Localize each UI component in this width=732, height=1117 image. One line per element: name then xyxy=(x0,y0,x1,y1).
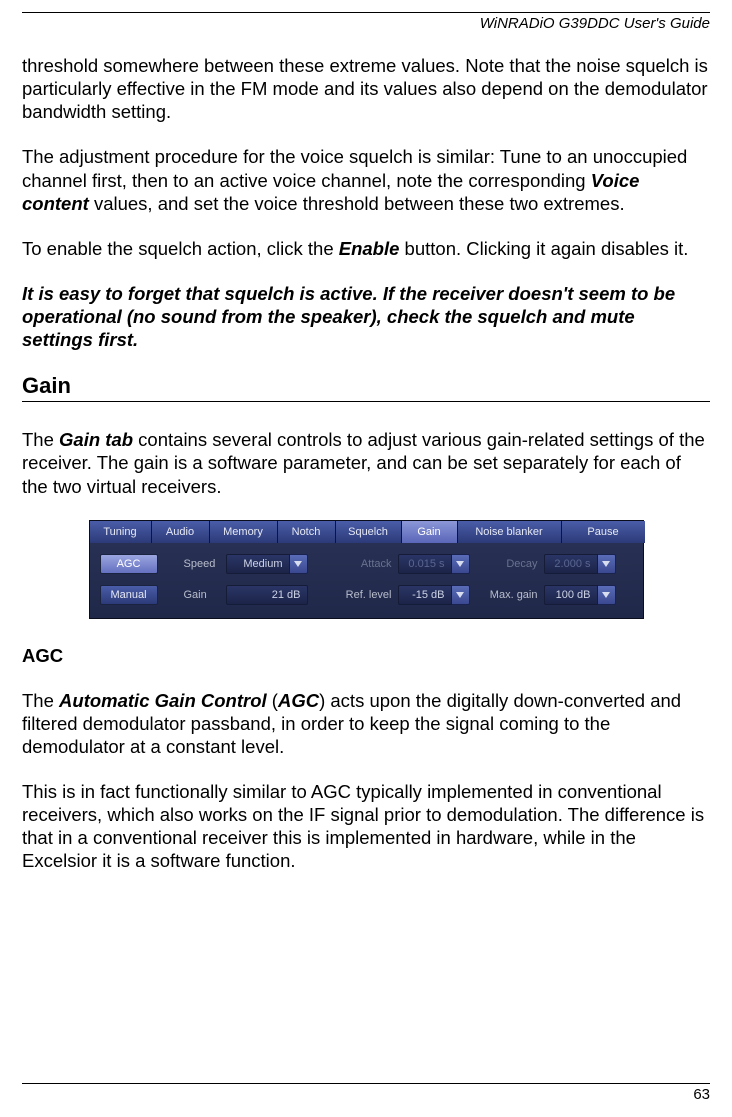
text: The xyxy=(22,429,59,450)
text: button. Clicking it again disables it. xyxy=(399,238,688,259)
para-agc-desc: The Automatic Gain Control (AGC) acts up… xyxy=(22,689,710,758)
agc-button[interactable]: AGC xyxy=(100,554,158,574)
tab-squelch[interactable]: Squelch xyxy=(336,521,402,543)
footer-rule xyxy=(22,1083,710,1084)
label-maxgain: Max. gain xyxy=(482,589,538,601)
value-gain[interactable]: 21 dB xyxy=(226,585,308,605)
value-attack[interactable]: 0.015 s xyxy=(398,554,452,574)
gain-panel: Tuning Audio Memory Notch Squelch Gain N… xyxy=(89,520,644,619)
value-reflevel[interactable]: -15 dB xyxy=(398,585,452,605)
decay-dropdown[interactable] xyxy=(598,554,616,574)
text: To enable the squelch action, click the xyxy=(22,238,339,259)
value-maxgain[interactable]: 100 dB xyxy=(544,585,598,605)
footer: 63 xyxy=(22,1083,710,1103)
para-enable: To enable the squelch action, click the … xyxy=(22,237,710,260)
label-gain: Gain xyxy=(184,589,226,601)
chevron-down-icon xyxy=(456,592,464,598)
header-rule xyxy=(22,12,710,13)
tab-gain[interactable]: Gain xyxy=(402,521,458,543)
header-title: WiNRADiO G39DDC User's Guide xyxy=(22,15,710,32)
label-reflevel: Ref. level xyxy=(336,589,392,601)
para-gain-intro: The Gain tab contains several controls t… xyxy=(22,428,710,497)
para-voice-squelch: The adjustment procedure for the voice s… xyxy=(22,145,710,214)
tab-tuning[interactable]: Tuning xyxy=(90,521,152,543)
manual-button[interactable]: Manual xyxy=(100,585,158,605)
em-gain-tab: Gain tab xyxy=(59,429,133,450)
para-agc-compare: This is in fact functionally similar to … xyxy=(22,780,710,873)
value-decay[interactable]: 2.000 s xyxy=(544,554,598,574)
value-speed[interactable]: Medium xyxy=(226,554,290,574)
text: ( xyxy=(267,690,278,711)
text: The xyxy=(22,690,59,711)
para-threshold: threshold somewhere between these extrem… xyxy=(22,54,710,123)
heading-gain: Gain xyxy=(22,373,710,402)
tab-audio[interactable]: Audio xyxy=(152,521,210,543)
maxgain-dropdown[interactable] xyxy=(598,585,616,605)
attack-dropdown[interactable] xyxy=(452,554,470,574)
text: values, and set the voice threshold betw… xyxy=(89,193,625,214)
chevron-down-icon xyxy=(602,561,610,567)
page-number: 63 xyxy=(22,1086,710,1103)
tab-noise-blanker[interactable]: Noise blanker xyxy=(458,521,562,543)
row-2: Manual Gain 21 dB Ref. level -15 dB Max.… xyxy=(100,583,633,607)
text: The adjustment procedure for the voice s… xyxy=(22,146,687,190)
reflevel-dropdown[interactable] xyxy=(452,585,470,605)
tab-row: Tuning Audio Memory Notch Squelch Gain N… xyxy=(90,521,643,543)
chevron-down-icon xyxy=(456,561,464,567)
chevron-down-icon xyxy=(294,561,302,567)
label-speed: Speed xyxy=(184,558,226,570)
gain-panel-screenshot: Tuning Audio Memory Notch Squelch Gain N… xyxy=(22,520,710,619)
em-automatic-gain-control: Automatic Gain Control xyxy=(59,690,267,711)
panel-body: AGC Speed Medium Attack 0.015 s Decay 2.… xyxy=(90,543,643,618)
tab-pause[interactable]: Pause xyxy=(562,521,645,543)
heading-agc: AGC xyxy=(22,645,710,667)
tab-memory[interactable]: Memory xyxy=(210,521,278,543)
em-agc: AGC xyxy=(278,690,319,711)
tab-notch[interactable]: Notch xyxy=(278,521,336,543)
speed-dropdown[interactable] xyxy=(290,554,308,574)
para-warning: It is easy to forget that squelch is act… xyxy=(22,282,710,351)
em-enable: Enable xyxy=(339,238,400,259)
label-decay: Decay xyxy=(498,558,538,570)
chevron-down-icon xyxy=(602,592,610,598)
row-1: AGC Speed Medium Attack 0.015 s Decay 2.… xyxy=(100,552,633,576)
label-attack: Attack xyxy=(350,558,392,570)
